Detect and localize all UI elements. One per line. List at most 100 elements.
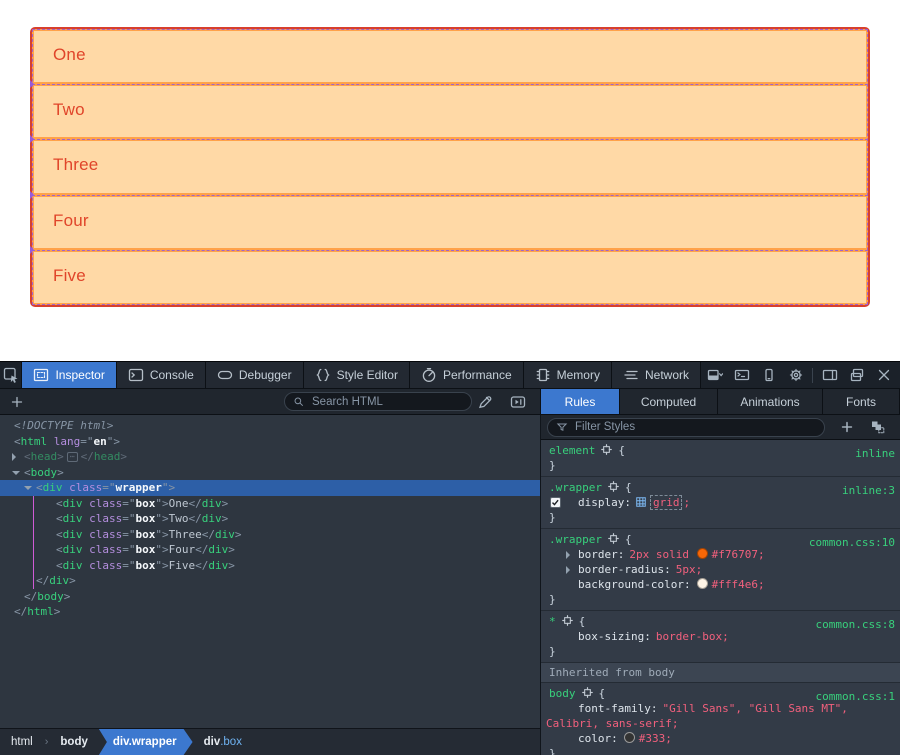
grid-icon[interactable]: [636, 497, 646, 507]
pseudo-class-panel-button[interactable]: [870, 419, 886, 435]
child-indent-guideline: [33, 511, 34, 527]
selector-highlighter-icon[interactable]: [581, 686, 594, 699]
close-button[interactable]: [870, 363, 897, 387]
markup-token: <: [24, 450, 31, 463]
markup-token: box: [136, 528, 156, 541]
rule-selector[interactable]: *: [549, 615, 556, 628]
grid-wrapper: OneTwoThreeFourFive: [30, 27, 870, 307]
dock-options-button[interactable]: [701, 363, 728, 387]
markup-token: div: [63, 497, 83, 510]
split-console-button[interactable]: [728, 363, 755, 387]
sidebar-tab-computed[interactable]: Computed: [620, 389, 718, 414]
css-declaration[interactable]: color:#333;: [541, 731, 900, 746]
css-declaration[interactable]: font-family:"Gill Sans", "Gill Sans MT",: [541, 701, 900, 716]
markup-token: class: [69, 481, 102, 494]
sidebar-tabs: RulesComputedAnimationsFonts: [541, 389, 900, 414]
markup-line[interactable]: </body>: [0, 589, 540, 605]
color-swatch[interactable]: [624, 732, 635, 743]
sidebar-tab-rules[interactable]: Rules: [541, 389, 620, 414]
property-name: font-family:: [578, 702, 657, 715]
markup-token: body: [31, 466, 58, 479]
rule-selector[interactable]: .wrapper: [549, 533, 602, 546]
markup-line[interactable]: <head>⋯</head>: [0, 449, 540, 465]
declaration-checkbox[interactable]: [550, 497, 561, 508]
breadcrumb-item[interactable]: html: [0, 729, 44, 755]
tab-label: Style Editor: [337, 368, 398, 382]
eyedropper-button[interactable]: [477, 394, 493, 410]
separate-window-button[interactable]: [843, 363, 870, 387]
filter-styles-box[interactable]: [547, 418, 825, 437]
tab-debugger[interactable]: Debugger: [206, 362, 304, 388]
rule-selector[interactable]: element: [549, 444, 595, 457]
close-icon: [876, 367, 892, 383]
selector-highlighter-icon[interactable]: [561, 614, 574, 627]
breadcrumb-item[interactable]: body: [49, 729, 98, 755]
css-declaration[interactable]: display:grid;: [541, 495, 900, 510]
expand-shorthand-icon[interactable]: [566, 566, 570, 574]
property-name: display:: [578, 496, 631, 509]
expand-twisty-icon[interactable]: [12, 453, 16, 461]
markup-token: ">: [155, 543, 168, 556]
settings-gear-button[interactable]: [782, 363, 809, 387]
pseudo-class-panel-icon: [870, 419, 886, 435]
tab-network[interactable]: Network: [612, 362, 701, 388]
sidebar-toggle-icon: [822, 367, 838, 383]
responsive-mode-button[interactable]: [755, 363, 782, 387]
sidebar-tab-fonts[interactable]: Fonts: [823, 389, 900, 414]
markup-token: lang: [54, 435, 81, 448]
color-swatch[interactable]: [697, 548, 708, 559]
css-declaration[interactable]: border:2px solid #f76707;: [541, 547, 900, 562]
markup-line[interactable]: <html lang="en">: [0, 434, 540, 450]
css-declaration[interactable]: background-color:#fff4e6;: [541, 577, 900, 592]
sidebar-toggle-button[interactable]: [816, 363, 843, 387]
selector-highlighter-icon[interactable]: [600, 443, 613, 456]
search-html-input[interactable]: [310, 395, 463, 409]
markup-line[interactable]: <div class="box">Two</div>: [0, 511, 540, 527]
markup-token: div: [63, 543, 83, 556]
expand-shorthand-icon[interactable]: [566, 551, 570, 559]
markup-line[interactable]: <div class="box">Three</div>: [0, 527, 540, 543]
markup-line[interactable]: <body>: [0, 465, 540, 481]
markup-token: <: [56, 497, 63, 510]
collapsed-content-icon[interactable]: ⋯: [67, 452, 78, 462]
console-icon: [128, 367, 144, 383]
play-bar-button[interactable]: [510, 394, 526, 410]
tab-memory[interactable]: Memory: [524, 362, 612, 388]
breadcrumb: html›bodydiv.wrapperdiv.box: [0, 728, 540, 755]
selector-highlighter-icon[interactable]: [607, 480, 620, 493]
grid-item-box: One: [32, 29, 868, 84]
tab-inspector[interactable]: Inspector: [22, 362, 116, 388]
markup-line[interactable]: <div class="box">One</div>: [0, 496, 540, 512]
breadcrumb-item[interactable]: div.box: [193, 729, 253, 755]
tab-style-editor[interactable]: Style Editor: [304, 362, 410, 388]
css-declaration[interactable]: border-radius:5px;: [541, 562, 900, 577]
markup-token: <: [56, 559, 63, 572]
markup-line[interactable]: <div class="box">Four</div>: [0, 542, 540, 558]
add-node-button[interactable]: [0, 394, 34, 410]
markup-token: >: [228, 543, 235, 556]
markup-line[interactable]: </div>: [0, 573, 540, 589]
tab-performance[interactable]: Performance: [410, 362, 524, 388]
element-picker-icon: [3, 367, 19, 383]
element-picker-button[interactable]: [0, 362, 22, 388]
tab-console[interactable]: Console: [117, 362, 206, 388]
markup-token: >: [222, 497, 229, 510]
rule-selector[interactable]: .wrapper: [549, 481, 602, 494]
sidebar-tab-animations[interactable]: Animations: [718, 389, 823, 414]
search-html-box[interactable]: [284, 392, 472, 411]
markup-line[interactable]: </html>: [0, 604, 540, 620]
markup-token: <: [56, 543, 63, 556]
css-declaration[interactable]: box-sizing:border-box;: [541, 629, 900, 644]
color-swatch[interactable]: [697, 578, 708, 589]
markup-line[interactable]: <div class="box">Five</div>: [0, 558, 540, 574]
add-rule-button[interactable]: [839, 419, 855, 435]
selector-highlighter-icon[interactable]: [607, 532, 620, 545]
rule-selector[interactable]: body: [549, 687, 576, 700]
breadcrumb-item-selected[interactable]: div.wrapper: [99, 729, 193, 755]
markup-token: div: [215, 528, 235, 541]
collapse-twisty-icon[interactable]: [12, 471, 20, 475]
collapse-twisty-icon[interactable]: [24, 486, 32, 490]
filter-styles-input[interactable]: [573, 420, 816, 434]
markup-line[interactable]: <!DOCTYPE html>: [0, 418, 540, 434]
markup-line[interactable]: <div class="wrapper">: [0, 480, 540, 496]
